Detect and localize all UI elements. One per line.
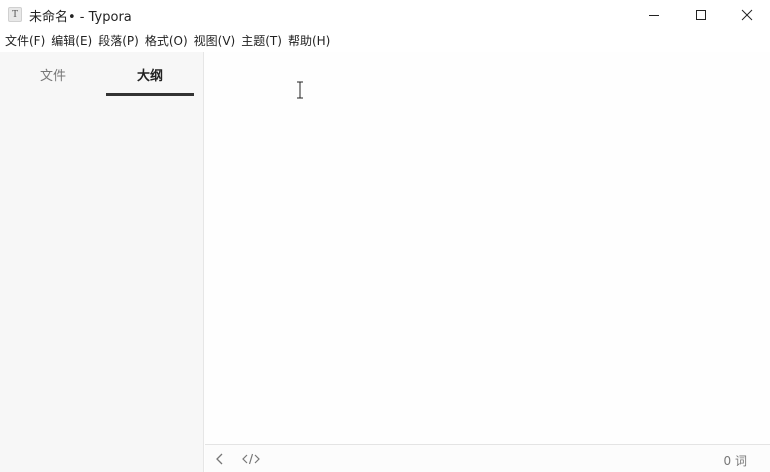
title-bar: T 未命名• - Typora (0, 0, 770, 30)
code-source-icon[interactable] (242, 453, 260, 465)
word-count[interactable]: 0 词 (724, 452, 747, 469)
menu-view[interactable]: 视图(V) (193, 30, 241, 52)
minimize-icon (649, 15, 659, 16)
menu-file[interactable]: 文件(F) (4, 30, 50, 52)
window-title: 未命名• - Typora (29, 10, 132, 25)
typora-window: T 未命名• - Typora 文件(F) 编辑(E) 段落(P) 格式(O) … (0, 0, 770, 472)
tab-outline[interactable]: 大纲 (106, 68, 194, 86)
menu-paragraph[interactable]: 段落(P) (97, 30, 144, 52)
active-tab-indicator (106, 93, 194, 96)
menu-edit[interactable]: 编辑(E) (50, 30, 97, 52)
typora-app-icon: T (8, 7, 22, 22)
tab-files[interactable]: 文件 (0, 68, 106, 86)
minimize-button[interactable] (631, 0, 677, 30)
editor-area[interactable] (205, 52, 770, 444)
chevron-left-icon[interactable] (215, 453, 225, 465)
menu-theme[interactable]: 主题(T) (240, 30, 287, 52)
menu-help[interactable]: 帮助(H) (287, 30, 335, 52)
menu-bar: 文件(F) 编辑(E) 段落(P) 格式(O) 视图(V) 主题(T) 帮助(H… (0, 30, 770, 52)
text-cursor-icon (297, 81, 303, 99)
maximize-icon (696, 10, 706, 20)
sidebar: 文件 大纲 (0, 52, 204, 472)
menu-format[interactable]: 格式(O) (144, 30, 193, 52)
status-bar: 0 词 (205, 444, 770, 472)
maximize-button[interactable] (678, 0, 724, 30)
close-icon (741, 9, 753, 21)
close-button[interactable] (724, 0, 770, 30)
